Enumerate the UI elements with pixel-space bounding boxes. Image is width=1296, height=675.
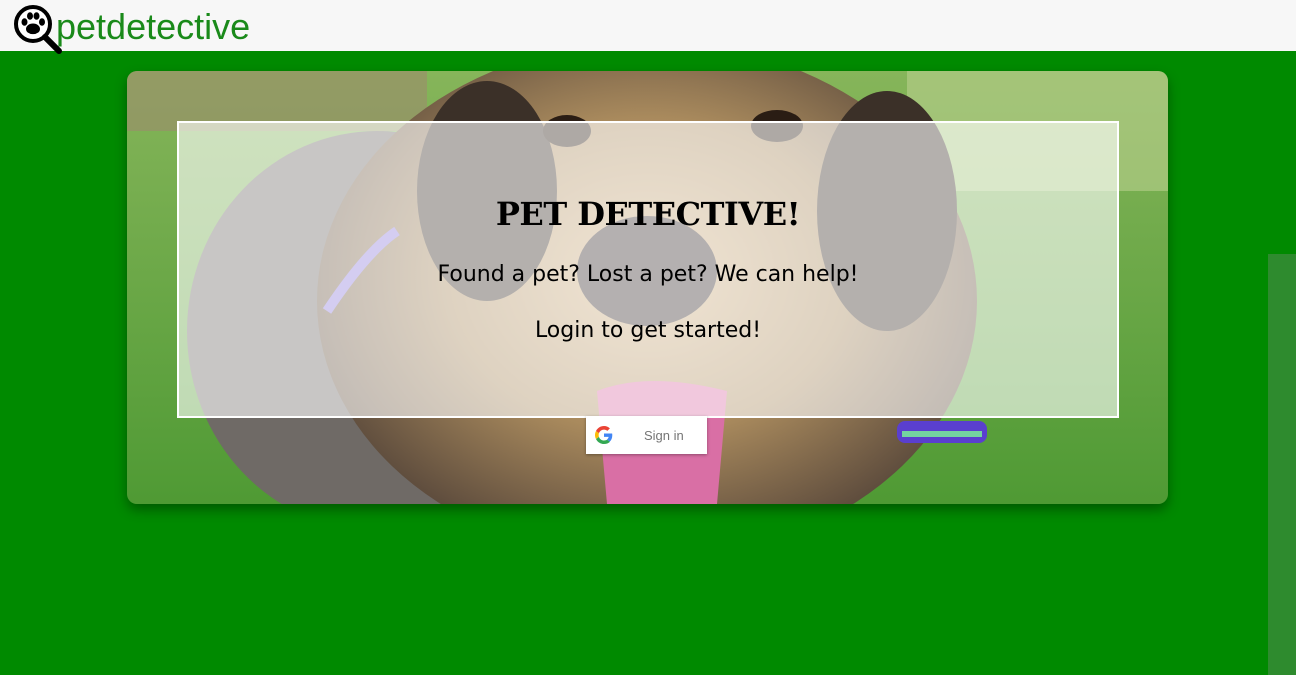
page-title: PET DETECTIVE!	[495, 195, 801, 233]
tagline-text: Found a pet? Lost a pet? We can help!	[437, 262, 859, 287]
login-prompt-text: Login to get started!	[534, 318, 762, 343]
top-nav-bar: petdetective	[0, 0, 1296, 54]
scrollbar[interactable]	[1268, 254, 1296, 675]
brand-home-link[interactable]: petdetective	[12, 4, 250, 56]
brand-name: petdetective	[56, 6, 251, 47]
google-g-icon	[595, 426, 613, 444]
google-sign-in-button[interactable]: Sign in	[586, 416, 707, 454]
intro-panel: PET DETECTIVE! Found a pet? Lost a pet? …	[177, 121, 1119, 418]
sign-in-label: Sign in	[644, 427, 684, 443]
